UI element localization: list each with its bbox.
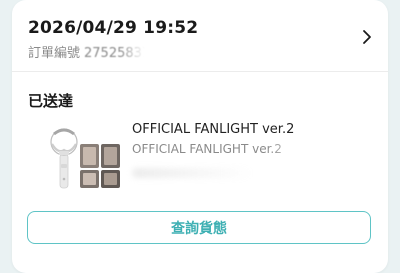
item-name[interactable]: OFFICIAL FANLIGHT ver.2 <box>132 122 294 137</box>
order-number: 27525837 <box>84 46 151 61</box>
chevron-right-icon[interactable] <box>360 28 374 46</box>
header-divider <box>12 71 388 72</box>
order-number-label: 訂單編號 <box>28 46 81 61</box>
order-number-line: 訂單編號 27525837 <box>28 42 150 61</box>
order-datetime: 2026/04/29 19:52 <box>28 18 199 38</box>
order-header[interactable]: 2026/04/29 19:52 訂單編號 27525837 <box>12 0 388 70</box>
item-variant: OFFICIAL FANLIGHT ver.2 <box>132 142 282 156</box>
item-detail-blurred <box>132 168 252 178</box>
product-thumbnail[interactable] <box>40 124 124 190</box>
order-card: 2026/04/29 19:52 訂單編號 27525837 已送達 OFFICI… <box>12 0 388 273</box>
shipment-status: 已送達 <box>28 92 74 110</box>
track-shipment-button[interactable]: 查詢貨態 <box>27 211 371 244</box>
